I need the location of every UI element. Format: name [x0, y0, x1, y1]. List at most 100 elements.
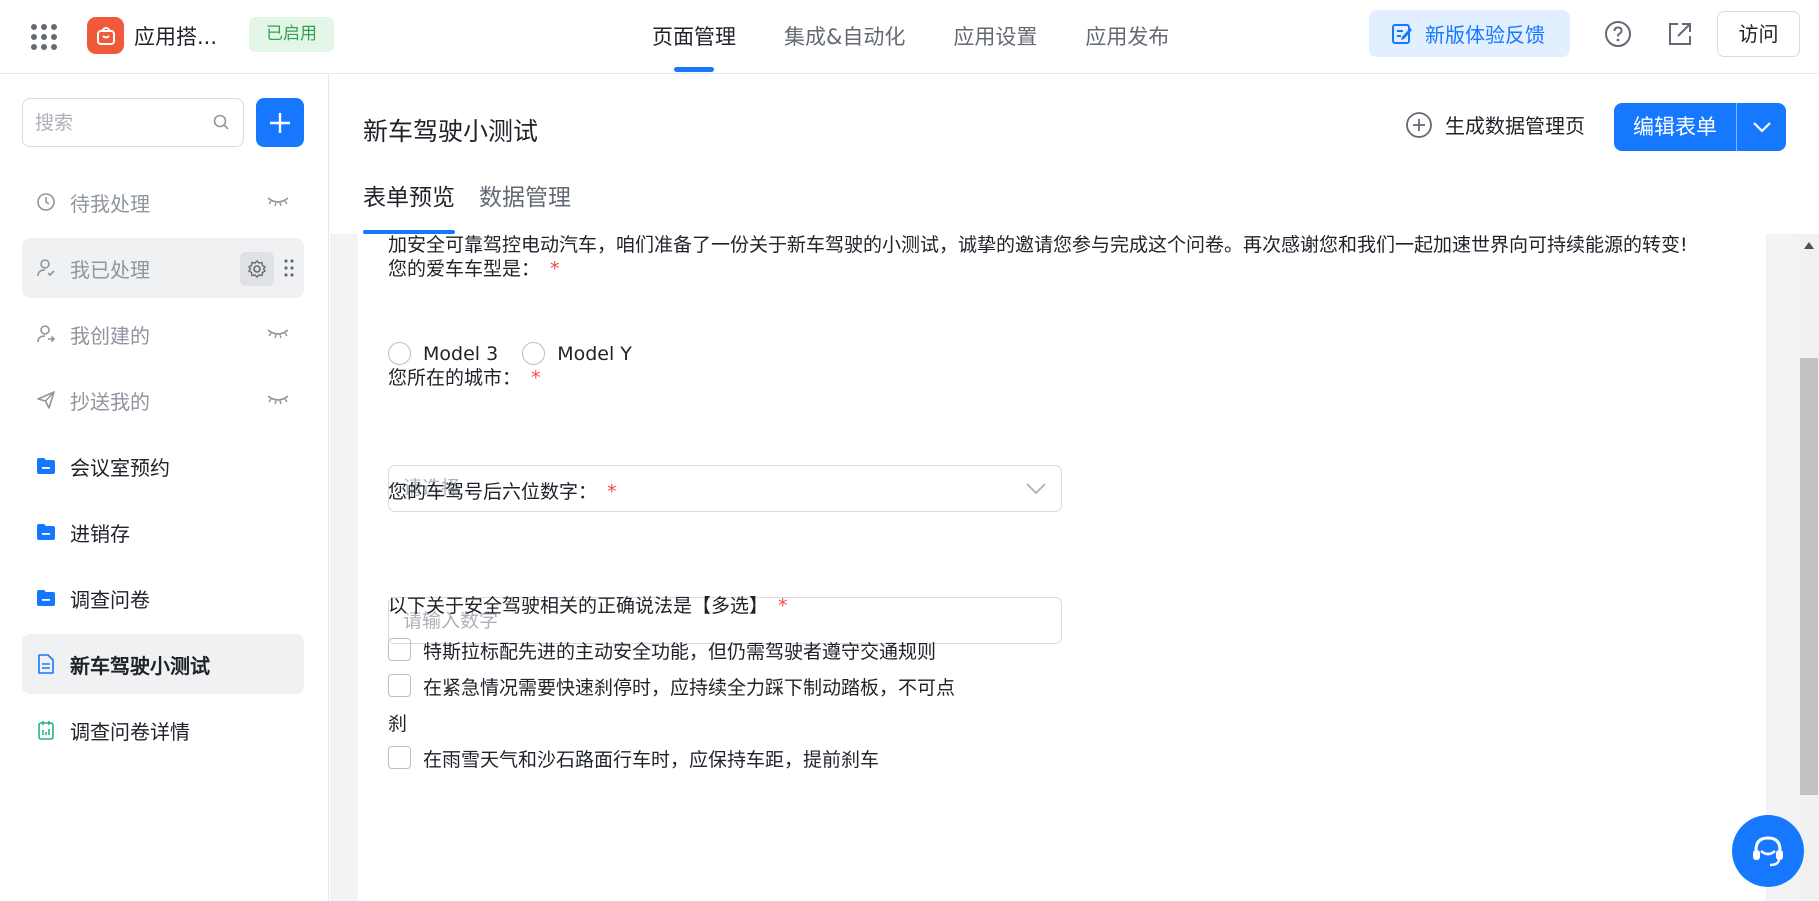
- sidebar-item-survey-detail[interactable]: 调查问卷详情: [22, 700, 304, 760]
- question-label: 您的爱车车型是： *: [388, 254, 560, 281]
- folder-icon: [36, 456, 56, 476]
- folder-icon: [36, 522, 56, 542]
- customer-support-button[interactable]: [1732, 815, 1804, 887]
- chevron-down-icon: [1752, 122, 1771, 133]
- form-preview: 加安全可靠驾控电动汽车，咱们准备了一份关于新车驾驶的小测试，诚挚的邀请您参与完成…: [358, 234, 1766, 901]
- sidebar-item-survey[interactable]: 调查问卷: [22, 568, 304, 628]
- drag-handle-icon[interactable]: [284, 258, 294, 278]
- sidebar: 待我处理 我已处理 我创建的 抄送我的 会议室预约 进销存: [0, 74, 329, 901]
- question-text: 您所在的城市：: [388, 367, 522, 389]
- sidebar-item-meeting-room[interactable]: 会议室预约: [22, 436, 304, 496]
- sidebar-item-label: 进销存: [70, 521, 130, 546]
- sidebar-item-label: 抄送我的: [70, 389, 150, 414]
- question-text: 您的车驾号后六位数字：: [388, 481, 598, 503]
- required-mark: *: [607, 481, 617, 503]
- sidebar-list: 待我处理 我已处理 我创建的 抄送我的 会议室预约 进销存 调查问卷 新车驾驶小…: [22, 172, 304, 766]
- clock-icon: [36, 192, 56, 212]
- question-label: 您的车驾号后六位数字： *: [388, 477, 617, 504]
- edit-dropdown-toggle[interactable]: [1737, 103, 1786, 151]
- external-link-icon[interactable]: [1666, 20, 1694, 48]
- radio-circle[interactable]: [388, 342, 411, 365]
- checkbox-label: 在雨雪天气和沙石路面行车时，应保持车距，提前刹车: [423, 749, 880, 771]
- headset-icon: [1753, 836, 1783, 867]
- status-badge: 已启用: [249, 17, 334, 52]
- sidebar-item-created[interactable]: 我创建的: [22, 304, 304, 364]
- page-header: 新车驾驶小测试 生成数据管理页 编辑表单 表单预览 数据管理: [330, 74, 1819, 234]
- checkbox-option[interactable]: 在雨雪天气和沙石路面行车时，应保持车距，提前刹车: [388, 745, 879, 772]
- sidebar-item-label: 我已处理: [70, 257, 150, 282]
- checkbox[interactable]: [388, 746, 411, 769]
- help-icon[interactable]: [1604, 20, 1632, 48]
- radio-label: Model 3: [423, 342, 499, 365]
- tab-app-settings[interactable]: 应用设置: [953, 0, 1037, 74]
- gear-icon[interactable]: [240, 252, 274, 286]
- form-icon: [36, 654, 56, 674]
- sidebar-item-pending[interactable]: 待我处理: [22, 172, 304, 232]
- sidebar-item-driving-test[interactable]: 新车驾驶小测试: [22, 634, 304, 694]
- eye-off-icon[interactable]: [266, 192, 290, 210]
- tab-data-management[interactable]: 数据管理: [479, 174, 571, 234]
- page-title: 新车驾驶小测试: [363, 117, 539, 146]
- checkbox[interactable]: [388, 638, 411, 661]
- user-check-icon: [36, 258, 56, 278]
- sidebar-item-label: 我创建的: [70, 323, 150, 348]
- scrollbar-thumb[interactable]: [1800, 358, 1818, 795]
- scroll-up-arrow-icon[interactable]: [1804, 242, 1814, 249]
- question-label: 您所在的城市： *: [388, 363, 541, 390]
- edit-form-button[interactable]: 编辑表单: [1614, 103, 1786, 151]
- sidebar-item-label: 会议室预约: [70, 455, 170, 480]
- search-box[interactable]: [22, 98, 244, 147]
- eye-off-icon[interactable]: [266, 390, 290, 408]
- scrollbar[interactable]: [1799, 234, 1819, 901]
- form-intro: 加安全可靠驾控电动汽车，咱们准备了一份关于新车驾驶的小测试，诚挚的邀请您参与完成…: [388, 234, 1688, 256]
- app-logo-icon: [87, 17, 124, 54]
- sidebar-item-label: 新车驾驶小测试: [70, 653, 210, 678]
- car-model-radio-group: Model 3 Model Y: [388, 342, 632, 365]
- checkbox-option[interactable]: 特斯拉标配先进的主动安全功能，但仍需驾驶者遵守交通规则: [388, 637, 936, 664]
- plus-icon: [270, 112, 290, 133]
- plus-circle-icon: [1406, 111, 1432, 138]
- tab-form-preview[interactable]: 表单预览: [363, 174, 455, 234]
- tab-integration-automation[interactable]: 集成&自动化: [784, 0, 905, 74]
- visit-button[interactable]: 访问: [1717, 11, 1800, 57]
- user-share-icon: [36, 324, 56, 344]
- app-grid-icon[interactable]: [31, 24, 57, 50]
- required-mark: *: [531, 367, 541, 389]
- checkbox-label: 特斯拉标配先进的主动安全功能，但仍需驾驶者遵守交通规则: [423, 641, 937, 663]
- eye-off-icon[interactable]: [266, 324, 290, 342]
- search-input[interactable]: [23, 99, 193, 146]
- question-label: 以下关于安全驾驶相关的正确说法是【多选】 *: [388, 591, 788, 618]
- edit-note-icon: [1392, 23, 1412, 44]
- checkbox-label: 在紧急情况需要快速刹停时，应持续全力踩下制动踏板，不可点: [423, 677, 956, 699]
- main-nav: 页面管理 集成&自动化 应用设置 应用发布: [652, 0, 1169, 74]
- checkbox[interactable]: [388, 674, 411, 697]
- search-icon: [213, 114, 229, 130]
- dashboard-icon: [36, 720, 56, 740]
- radio-circle[interactable]: [522, 342, 546, 365]
- page-tabs: 表单预览 数据管理: [363, 174, 571, 234]
- add-page-button[interactable]: [256, 98, 304, 147]
- radio-option-model-3[interactable]: Model 3: [388, 342, 498, 365]
- sidebar-item-processed[interactable]: 我已处理: [22, 238, 304, 298]
- chevron-down-icon: [1026, 483, 1046, 495]
- sidebar-item-cc[interactable]: 抄送我的: [22, 370, 304, 430]
- generate-data-page-button[interactable]: 生成数据管理页: [1405, 110, 1585, 139]
- send-icon: [36, 390, 56, 410]
- feedback-button[interactable]: 新版体验反馈: [1369, 10, 1570, 57]
- sidebar-item-inventory[interactable]: 进销存: [22, 502, 304, 562]
- tab-app-publish[interactable]: 应用发布: [1085, 0, 1169, 74]
- question-text: 您的爱车车型是：: [388, 258, 541, 280]
- generate-label: 生成数据管理页: [1445, 114, 1585, 138]
- feedback-label: 新版体验反馈: [1425, 23, 1545, 47]
- radio-option-model-y[interactable]: Model Y: [522, 342, 632, 365]
- sidebar-item-label: 调查问卷详情: [70, 719, 190, 744]
- app-name[interactable]: 应用搭...: [134, 21, 217, 51]
- sidebar-item-label: 待我处理: [70, 191, 150, 216]
- required-mark: *: [550, 258, 560, 280]
- edit-form-label[interactable]: 编辑表单: [1614, 103, 1736, 151]
- checkbox-option[interactable]: 在紧急情况需要快速刹停时，应持续全力踩下制动踏板，不可点: [388, 673, 955, 700]
- sidebar-item-label: 调查问卷: [70, 587, 150, 612]
- tab-page-management[interactable]: 页面管理: [652, 0, 736, 74]
- required-mark: *: [778, 595, 788, 617]
- folder-icon: [36, 588, 56, 608]
